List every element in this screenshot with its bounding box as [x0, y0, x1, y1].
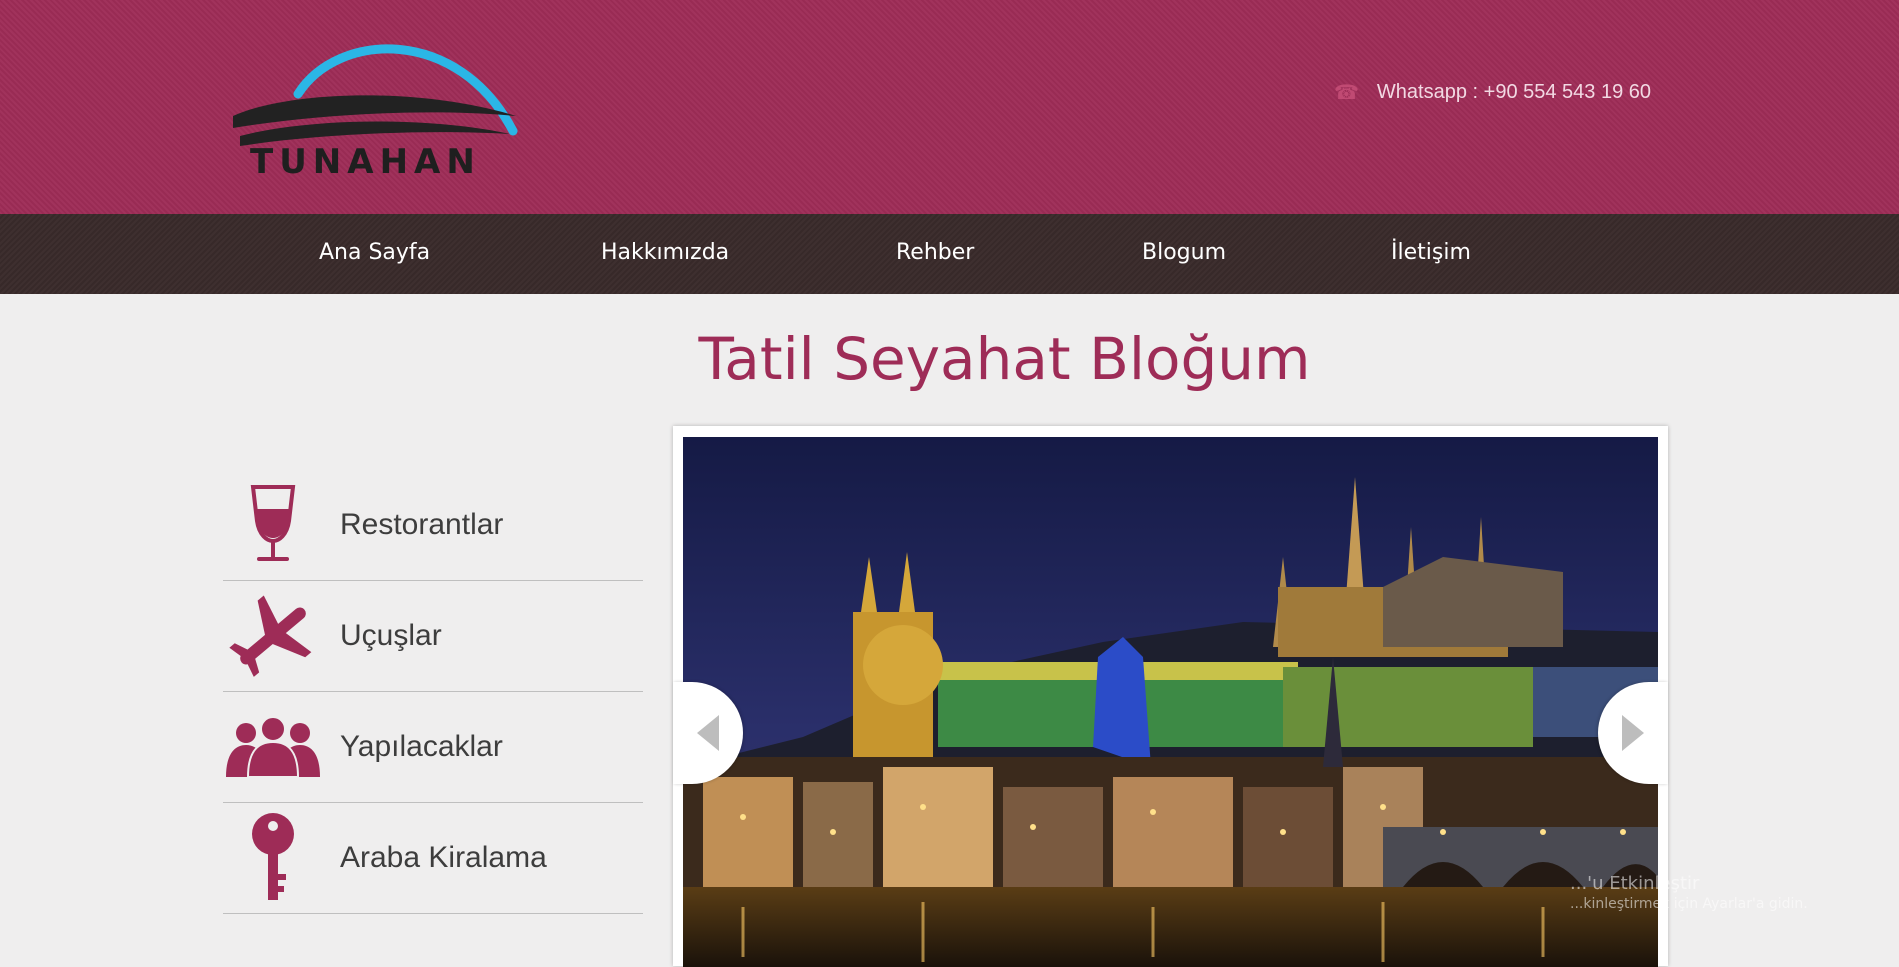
- sidebar-item-ucuslar[interactable]: Uçuşlar: [223, 581, 643, 692]
- phone-icon: ☎: [1334, 80, 1359, 104]
- nav-item-hakkimizda[interactable]: Hakkımızda: [601, 240, 729, 265]
- whatsapp-contact[interactable]: Whatsapp : +90 554 543 19 60: [1377, 81, 1651, 104]
- sidebar-item-label: Yapılacaklar: [340, 730, 503, 763]
- sidebar-item-araba-kiralama[interactable]: Araba Kiralama: [223, 803, 643, 914]
- site-header: TUNAHAN ☎ Whatsapp : +90 554 543 19 60: [0, 0, 1899, 214]
- chevron-right-icon: [1622, 715, 1644, 751]
- wine-glass-icon: [223, 475, 323, 575]
- nav-item-blogum[interactable]: Blogum: [1142, 240, 1226, 265]
- key-icon: [223, 808, 323, 908]
- slider-image: [683, 437, 1658, 967]
- prague-castle-night-photo: [683, 437, 1658, 967]
- watermark-line2: ...kinleştirmek için Ayarlar'a gidin.: [1570, 896, 1808, 913]
- chevron-left-icon: [697, 715, 719, 751]
- image-slider: [673, 426, 1668, 967]
- people-icon: [223, 697, 323, 797]
- sidebar-item-yapilacaklar[interactable]: Yapılacaklar: [223, 692, 643, 803]
- sidebar-menu: Restorantlar Uçuşlar Yapılacaklar Araba …: [223, 470, 643, 914]
- sidebar-item-restorantlar[interactable]: Restorantlar: [223, 470, 643, 581]
- nav-item-iletisim[interactable]: İletişim: [1391, 240, 1471, 265]
- contact-info: ☎ Whatsapp : +90 554 543 19 60: [1334, 80, 1651, 104]
- sidebar-item-label: Uçuşlar: [340, 619, 442, 652]
- sidebar-item-label: Araba Kiralama: [340, 841, 547, 874]
- logo-text: TUNAHAN: [250, 142, 481, 182]
- page-title: Tatil Seyahat Bloğum: [698, 325, 1311, 393]
- watermark-line1: ...'u Etkinleştir: [1570, 873, 1700, 894]
- main-nav: Ana Sayfa Hakkımızda Rehber Blogum İleti…: [0, 214, 1899, 294]
- nav-item-rehber[interactable]: Rehber: [896, 240, 974, 265]
- nav-item-ana-sayfa[interactable]: Ana Sayfa: [319, 240, 430, 265]
- os-activation-watermark: ...'u Etkinleştir ...kinleştirmek için A…: [1570, 872, 1808, 914]
- sidebar-item-label: Restorantlar: [340, 508, 504, 541]
- airplane-icon: [223, 586, 323, 686]
